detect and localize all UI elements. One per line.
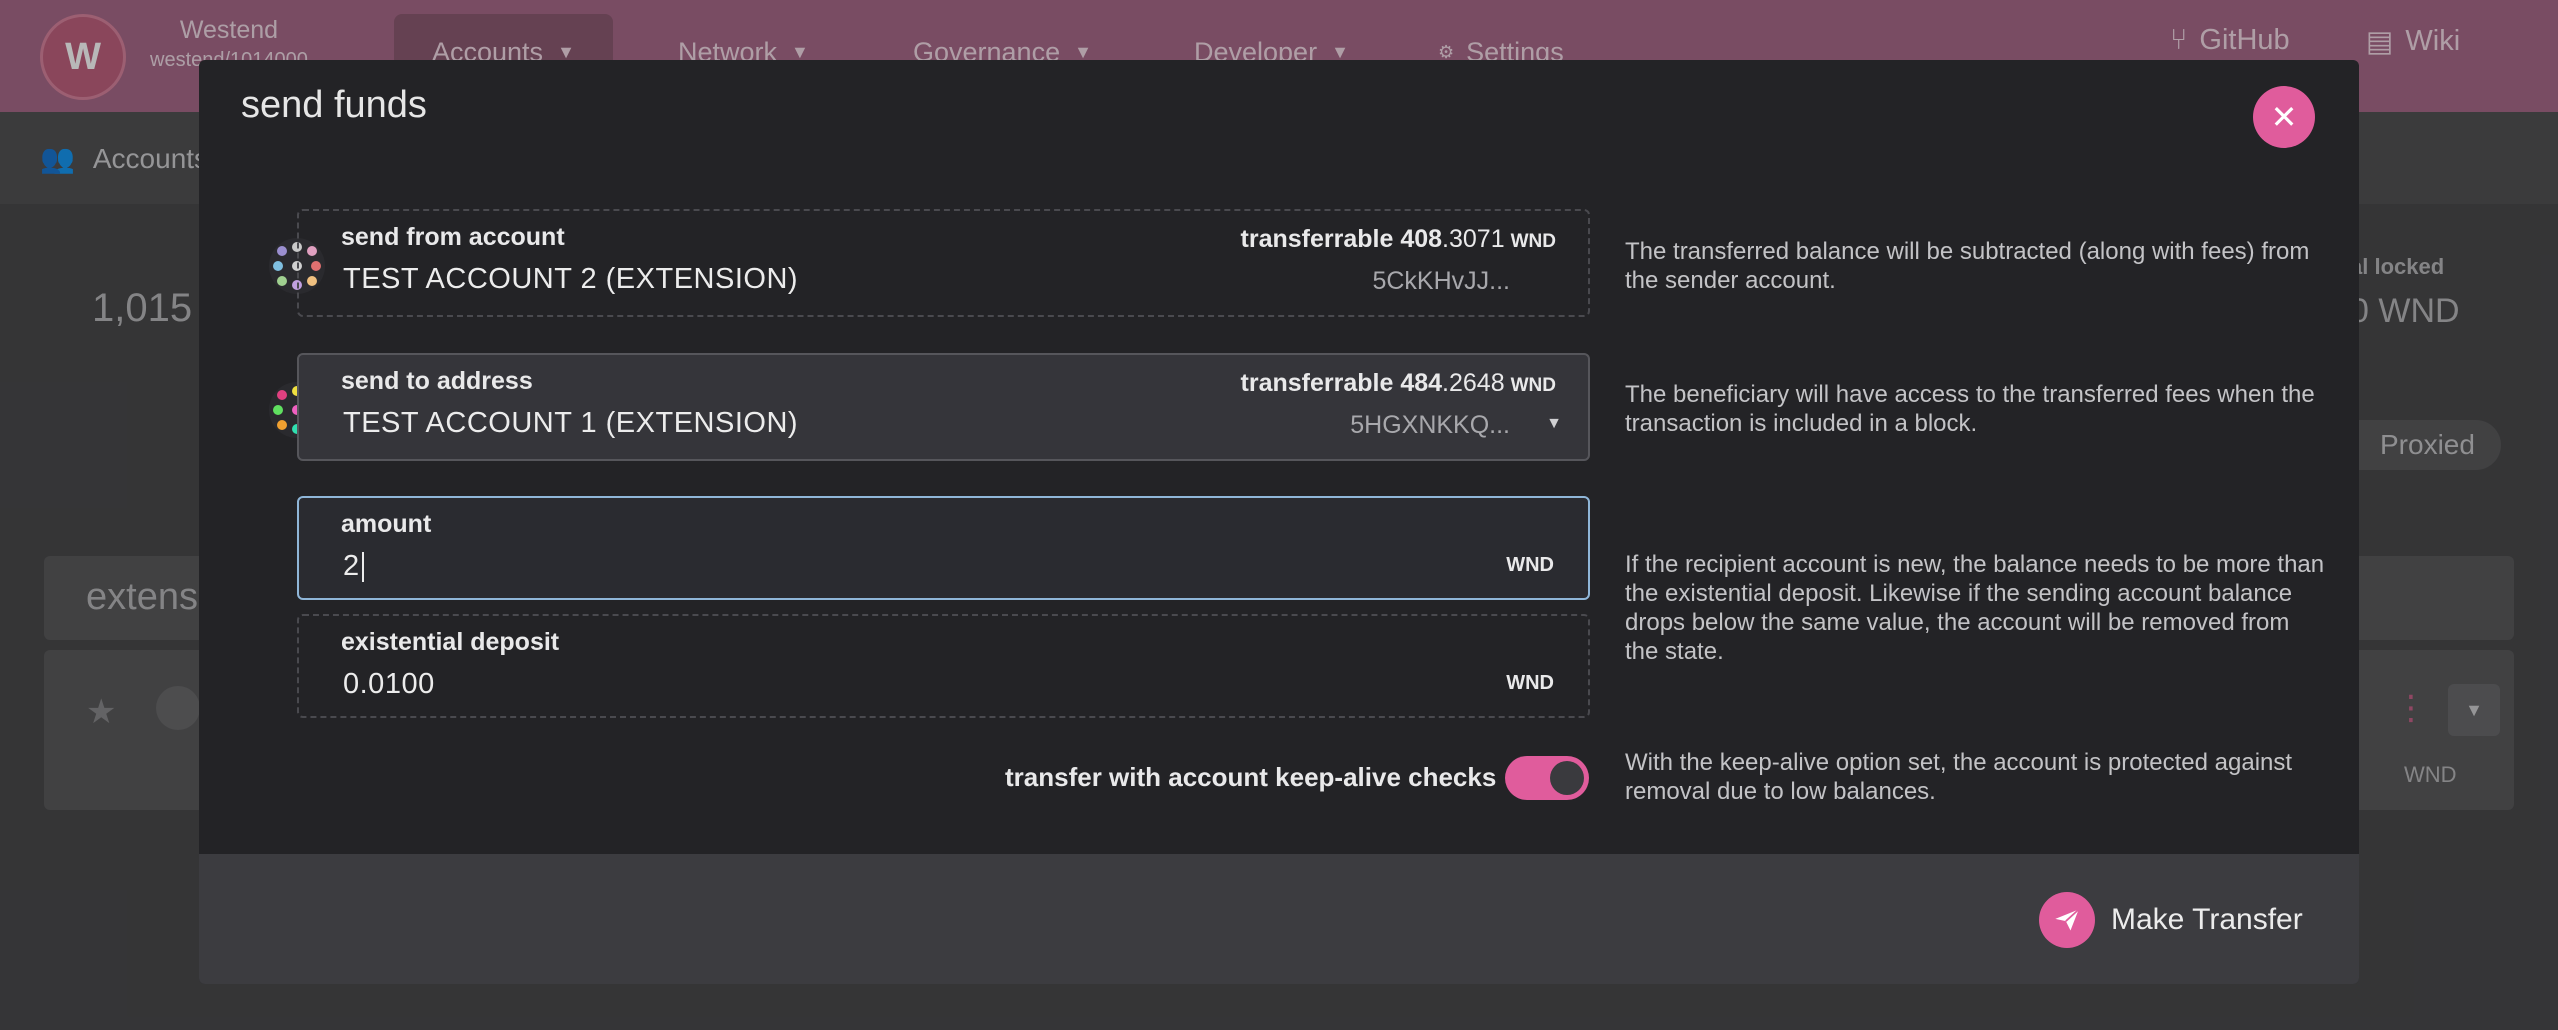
close-button[interactable]: ✕ bbox=[2253, 86, 2315, 148]
to-transferrable: transferrable 484.2648 WND bbox=[1240, 369, 1556, 397]
to-address-label: send to address bbox=[341, 367, 533, 395]
send-funds-modal: send funds ✕ send from account TEST ACCO… bbox=[199, 60, 2359, 984]
from-account-label: send from account bbox=[341, 223, 565, 251]
existential-deposit-field: existential deposit 0.0100 WND bbox=[297, 614, 1590, 718]
toggle-knob bbox=[1550, 761, 1584, 795]
from-account-field[interactable]: send from account TEST ACCOUNT 2 (EXTENS… bbox=[297, 209, 1590, 317]
keep-alive-label: transfer with account keep-alive checks bbox=[1005, 762, 1497, 792]
amount-input[interactable]: amount 2 WND bbox=[297, 496, 1590, 600]
existential-deposit-unit: WND bbox=[1506, 672, 1554, 694]
existential-deposit-value: 0.0100 bbox=[343, 668, 435, 700]
from-help-text: The transferred balance will be subtract… bbox=[1625, 238, 2310, 294]
keep-alive-toggle[interactable] bbox=[1505, 756, 1589, 800]
from-account-address: 5CkKHvJJ... bbox=[1372, 267, 1510, 295]
keep-alive-help-text: With the keep-alive option set, the acco… bbox=[1625, 749, 2293, 805]
to-account-address: 5HGXNKKQ... bbox=[1350, 411, 1510, 439]
modal-title: send funds bbox=[241, 84, 427, 126]
to-help-text: The beneficiary will have access to the … bbox=[1625, 381, 2315, 437]
make-transfer-label: Make Transfer bbox=[2111, 903, 2303, 936]
paper-plane-icon bbox=[2039, 892, 2095, 948]
make-transfer-button[interactable]: Make Transfer bbox=[2039, 892, 2303, 948]
from-transferrable: transferrable 408.3071 WND bbox=[1240, 225, 1556, 253]
from-account-name: TEST ACCOUNT 2 (EXTENSION) bbox=[343, 263, 799, 295]
to-address-field[interactable]: send to address TEST ACCOUNT 1 (EXTENSIO… bbox=[297, 353, 1590, 461]
close-icon: ✕ bbox=[2270, 99, 2298, 135]
amount-unit: WND bbox=[1506, 554, 1554, 576]
chevron-down-icon[interactable]: ▼ bbox=[1546, 415, 1562, 433]
amount-help-text: If the recipient account is new, the bal… bbox=[1625, 551, 2325, 665]
existential-deposit-label: existential deposit bbox=[341, 628, 560, 656]
amount-label: amount bbox=[341, 510, 432, 538]
amount-value: 2 bbox=[343, 550, 364, 583]
to-account-name: TEST ACCOUNT 1 (EXTENSION) bbox=[343, 407, 799, 439]
modal-footer: Make Transfer bbox=[199, 854, 2359, 984]
